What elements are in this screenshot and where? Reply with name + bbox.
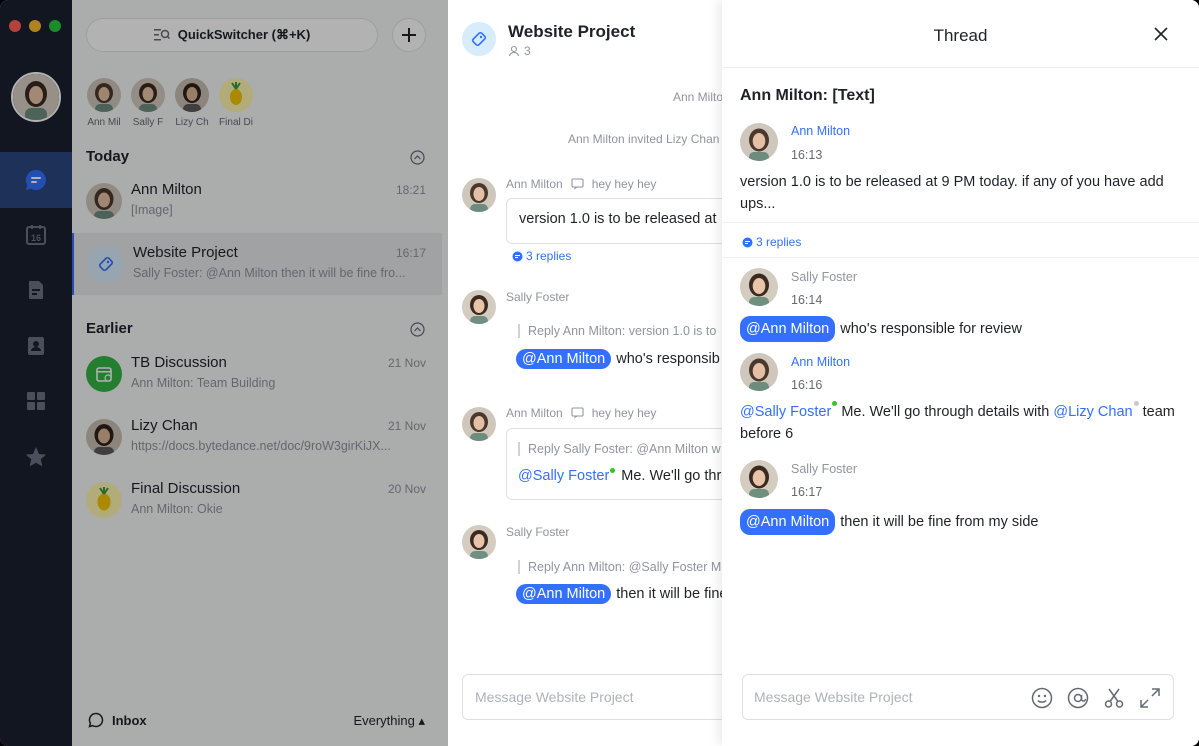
message-bubble[interactable]: version 1.0 is to be released at bbox=[506, 198, 722, 244]
message-sender: Ann Milton hey hey hey bbox=[506, 177, 656, 191]
avatar[interactable] bbox=[740, 268, 778, 306]
message-body: who's responsib bbox=[616, 351, 720, 367]
sender-name[interactable]: Sally Foster bbox=[791, 462, 857, 476]
close-icon[interactable] bbox=[1153, 26, 1169, 42]
message-time: 16:13 bbox=[791, 148, 823, 162]
reply-to-text: hey hey hey bbox=[591, 177, 657, 191]
avatar[interactable] bbox=[462, 290, 496, 324]
app-window: 16 QuickSwitcher (⌘+K) Ann Mil Sally F L… bbox=[0, 0, 1199, 746]
message-body: then it will be fine bbox=[616, 586, 722, 602]
mention-link[interactable]: @Sally Foster bbox=[740, 401, 838, 420]
quoted-reply: Reply Sally Foster: @Ann Milton w bbox=[518, 442, 721, 456]
message-sender: Sally Foster bbox=[506, 290, 569, 304]
sender-name[interactable]: Ann Milton bbox=[791, 355, 850, 369]
system-message: Ann Milto bbox=[673, 90, 722, 104]
mention-text: @Sally Foster bbox=[518, 468, 610, 484]
message-time: 16:16 bbox=[791, 378, 823, 392]
message-time: 16:17 bbox=[791, 485, 823, 499]
replies-count: 3 replies bbox=[756, 235, 802, 249]
reply-icon bbox=[571, 178, 584, 190]
member-count[interactable]: 3 bbox=[508, 44, 531, 58]
reply-body: then it will be fine from my side bbox=[840, 514, 1039, 530]
sender-name[interactable]: Ann Milton bbox=[791, 124, 850, 138]
system-message: Ann Milton invited Lizy Chan bbox=[568, 132, 720, 146]
input-placeholder: Message Website Project bbox=[754, 689, 913, 705]
sender-name: Sally Foster bbox=[506, 525, 570, 539]
person-icon bbox=[508, 45, 520, 57]
chat-panel: Website Project 3 Ann Milto Ann Milton i… bbox=[448, 0, 722, 746]
avatar[interactable] bbox=[462, 407, 496, 441]
reply-text: @Sally Foster Me. We'll go through detai… bbox=[740, 401, 1180, 445]
group-avatar bbox=[462, 22, 496, 56]
scissors-icon[interactable] bbox=[1102, 686, 1126, 710]
mention-link[interactable]: @Lizy Chan bbox=[1053, 401, 1139, 420]
modal-dim-overlay[interactable] bbox=[0, 0, 448, 746]
emoji-icon[interactable] bbox=[1030, 686, 1054, 710]
mention-chip[interactable]: @Ann Milton bbox=[516, 349, 612, 369]
divider bbox=[722, 257, 1199, 258]
replies-count: 3 replies bbox=[526, 249, 572, 263]
sender-name: Ann Milton bbox=[506, 177, 563, 191]
message-sender: Ann Milton hey hey hey bbox=[506, 406, 656, 420]
sender-name: Sally Foster bbox=[506, 290, 570, 304]
message-text[interactable]: @Ann Milton who's responsib bbox=[516, 349, 720, 369]
message-text[interactable]: @Sally Foster Me. We'll go thro bbox=[518, 468, 722, 484]
member-count-value: 3 bbox=[524, 44, 531, 58]
tag-icon bbox=[471, 31, 487, 47]
mention-text: @Sally Foster bbox=[740, 404, 832, 420]
avatar[interactable] bbox=[462, 525, 496, 559]
message-input[interactable]: Message Website Project bbox=[462, 674, 722, 720]
chat-title: Website Project bbox=[508, 22, 636, 41]
message-bubble[interactable] bbox=[506, 428, 722, 500]
message-text[interactable]: @Ann Milton then it will be fine bbox=[516, 584, 722, 604]
replies-link[interactable]: 3 replies bbox=[512, 249, 571, 263]
thread-title: Thread bbox=[933, 26, 988, 45]
sender-name: Ann Milton bbox=[506, 406, 563, 420]
mention-chip[interactable]: @Ann Milton bbox=[740, 509, 836, 535]
reply-body: who's responsible for review bbox=[840, 321, 1022, 337]
message-sender: Sally Foster bbox=[506, 525, 569, 539]
sender-name[interactable]: Sally Foster bbox=[791, 270, 857, 284]
quoted-reply: Reply Ann Milton: @Sally Foster M bbox=[518, 560, 721, 574]
mention-chip[interactable]: @Ann Milton bbox=[516, 584, 612, 604]
message-body: Me. We'll go thro bbox=[621, 468, 722, 484]
reply-to-text: hey hey hey bbox=[591, 406, 657, 420]
avatar[interactable] bbox=[740, 123, 778, 161]
reply-icon bbox=[571, 407, 584, 419]
replies-icon bbox=[512, 251, 523, 261]
root-message-text: version 1.0 is to be released at 9 PM to… bbox=[740, 174, 1164, 212]
reply-text: @Ann Milton then it will be fine from my… bbox=[740, 509, 1180, 535]
online-status-dot bbox=[832, 401, 838, 406]
thread-panel: Thread Ann Milton: [Text] Ann Milton 16:… bbox=[722, 0, 1199, 746]
online-status-dot bbox=[610, 468, 616, 473]
replies-count-label: 3 replies bbox=[742, 235, 801, 249]
message-time: 16:14 bbox=[791, 293, 823, 307]
quoted-reply: Reply Ann Milton: version 1.0 is to bbox=[518, 324, 716, 338]
thread-header: Thread bbox=[722, 0, 1199, 68]
avatar[interactable] bbox=[740, 353, 778, 391]
avatar[interactable] bbox=[740, 460, 778, 498]
replies-icon bbox=[742, 237, 753, 247]
thread-message-input[interactable]: Message Website Project bbox=[742, 674, 1174, 720]
offline-status-dot bbox=[1133, 401, 1139, 406]
divider bbox=[722, 222, 1199, 223]
mention-chip[interactable]: @Ann Milton bbox=[740, 316, 836, 342]
mention-link[interactable]: @Sally Foster bbox=[518, 468, 616, 484]
reply-body: Me. We'll go through details with bbox=[841, 404, 1050, 420]
mention-text: @Lizy Chan bbox=[1053, 404, 1133, 420]
avatar[interactable] bbox=[462, 178, 496, 212]
expand-icon[interactable] bbox=[1138, 686, 1162, 710]
reply-text: @Ann Milton who's responsible for review bbox=[740, 316, 1180, 342]
mention-icon[interactable] bbox=[1066, 686, 1090, 710]
thread-heading: Ann Milton: [Text] bbox=[740, 87, 875, 104]
